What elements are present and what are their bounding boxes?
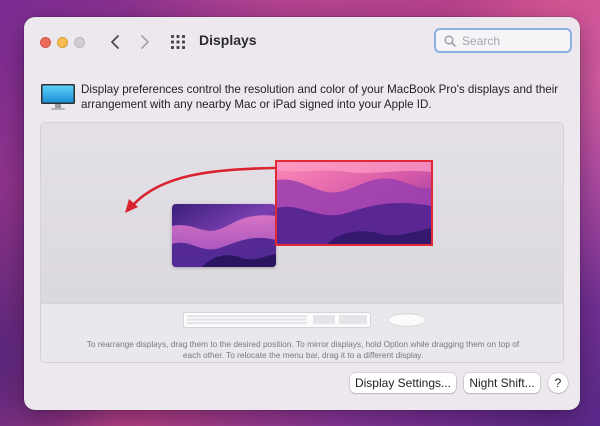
arrangement-canvas[interactable]	[41, 123, 563, 303]
help-button[interactable]: ?	[548, 373, 568, 393]
minimize-button[interactable]	[57, 37, 68, 48]
zoom-button[interactable]	[74, 37, 85, 48]
close-button[interactable]	[40, 37, 51, 48]
back-button[interactable]	[105, 31, 125, 53]
search-icon	[444, 35, 456, 47]
info-description: Display preferences control the resoluti…	[81, 83, 559, 111]
night-shift-button[interactable]: Night Shift...	[464, 373, 540, 393]
window-title: Displays	[199, 32, 257, 48]
show-all-button[interactable]	[169, 33, 187, 51]
wallpaper-image	[172, 204, 276, 267]
displays-preferences-window: Displays Display preferences control the…	[24, 17, 580, 410]
title-bar: Displays	[24, 17, 580, 67]
search-field[interactable]	[434, 28, 572, 53]
mouse-icon	[387, 313, 427, 327]
keyboard-icon	[183, 312, 371, 328]
display-icon	[41, 84, 75, 110]
forward-chevron-icon	[141, 35, 149, 49]
wallpaper-image	[277, 162, 431, 244]
external-display-thumbnail-selected[interactable]	[275, 160, 433, 246]
back-chevron-icon	[111, 35, 119, 49]
window-controls	[40, 37, 85, 48]
built-in-display-thumbnail[interactable]	[172, 204, 276, 267]
forward-button[interactable]	[135, 31, 155, 53]
search-input[interactable]	[462, 33, 562, 48]
display-settings-button[interactable]: Display Settings...	[350, 373, 456, 393]
grid-icon	[171, 35, 185, 49]
info-section: Display preferences control the resoluti…	[40, 82, 570, 116]
arrangement-hint: To rearrange displays, drag them to the …	[86, 339, 520, 360]
display-arrangement-area[interactable]: To rearrange displays, drag them to the …	[40, 122, 564, 363]
